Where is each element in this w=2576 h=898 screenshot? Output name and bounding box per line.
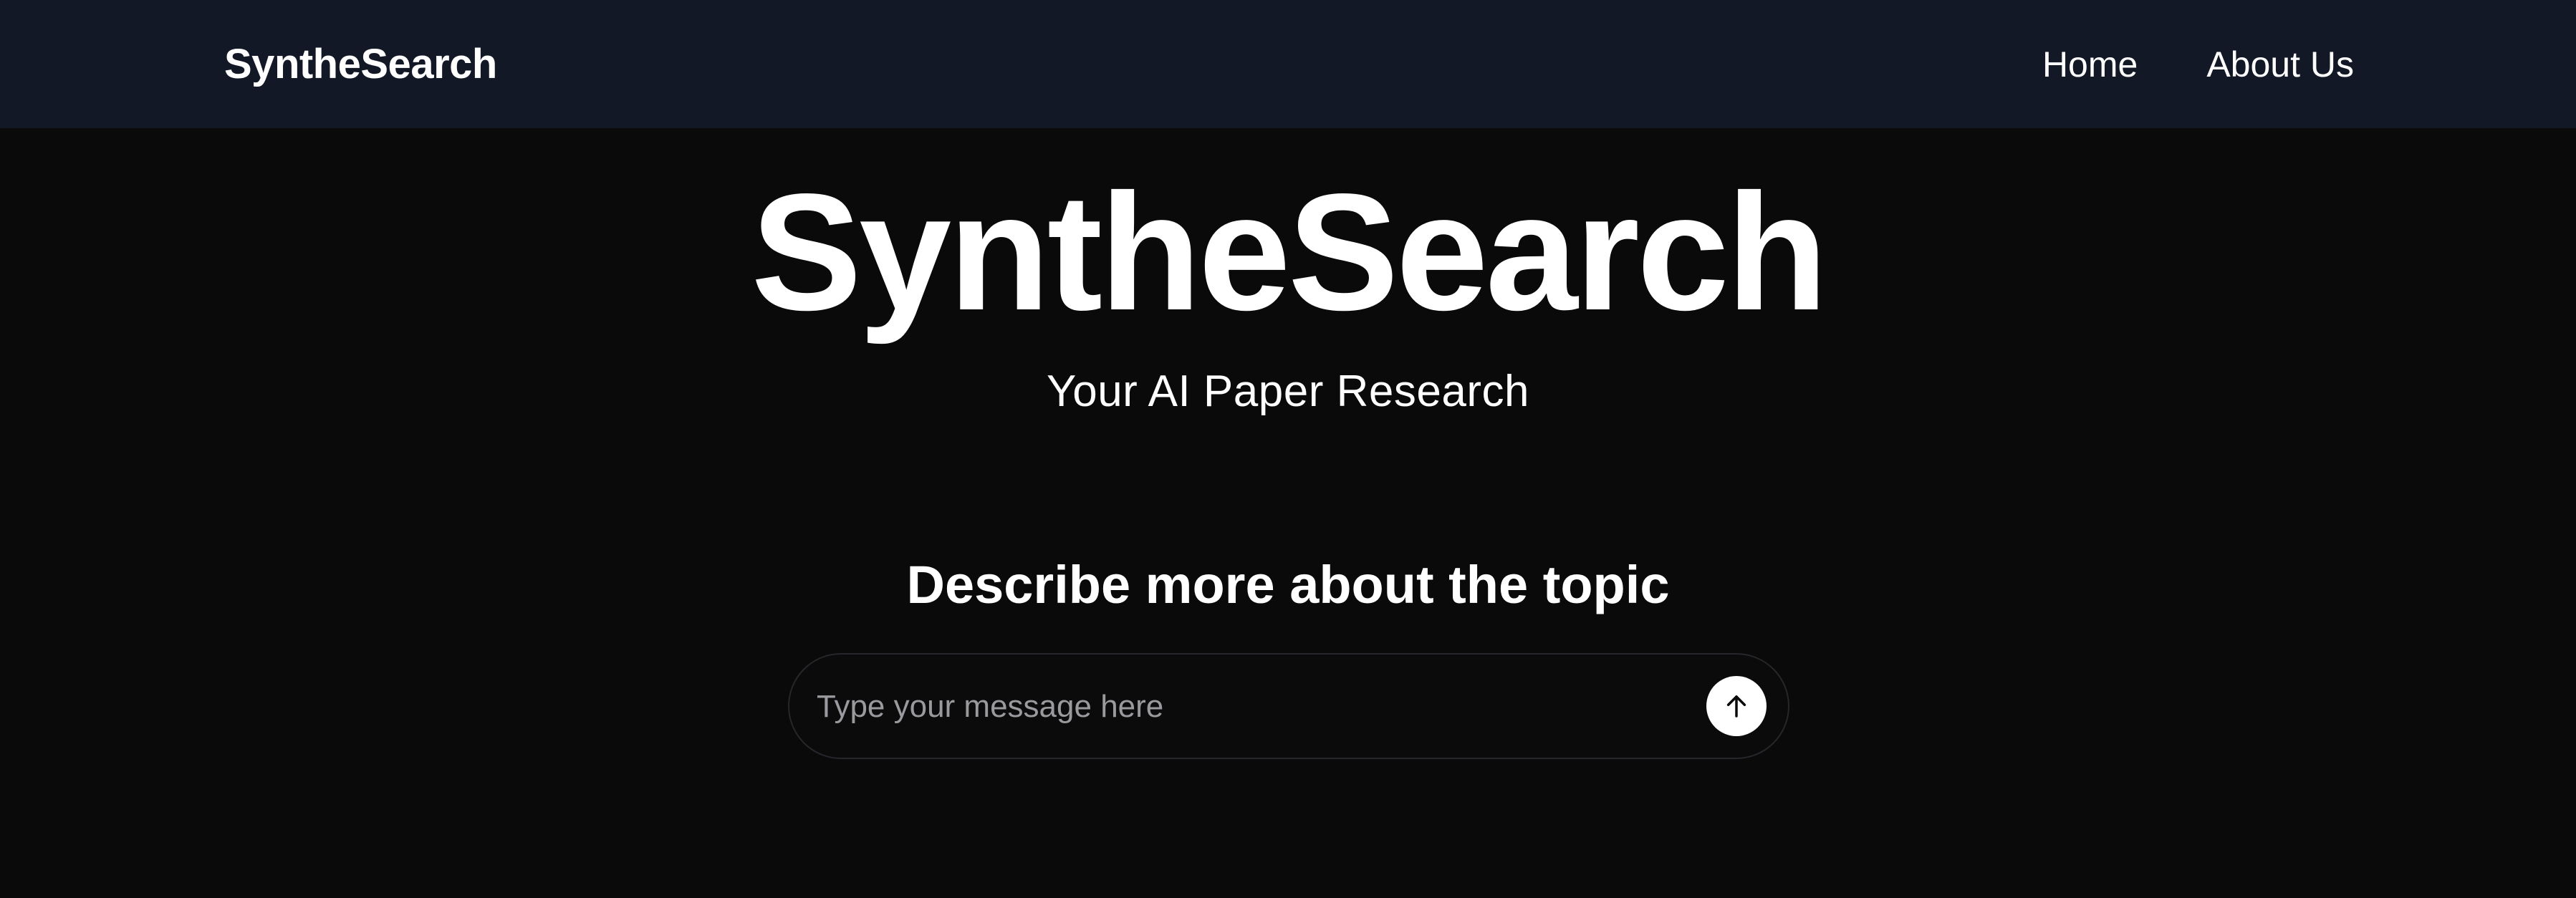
- top-navbar: SyntheSearch Home About Us: [0, 0, 2576, 128]
- send-button[interactable]: [1706, 676, 1767, 736]
- hero-subtitle: Your AI Paper Research: [1047, 367, 1529, 416]
- arrow-up-icon: [1721, 691, 1751, 721]
- message-input[interactable]: [817, 680, 1662, 733]
- brand-logo-link[interactable]: SyntheSearch: [224, 37, 497, 92]
- nav-link-about-us[interactable]: About Us: [2206, 37, 2354, 92]
- hero-title: SyntheSearch: [751, 160, 1827, 345]
- prompt-heading: Describe more about the topic: [906, 555, 1670, 614]
- message-input-box: [788, 653, 1789, 759]
- nav-links: Home About Us: [2042, 37, 2354, 92]
- nav-link-home[interactable]: Home: [2042, 37, 2138, 92]
